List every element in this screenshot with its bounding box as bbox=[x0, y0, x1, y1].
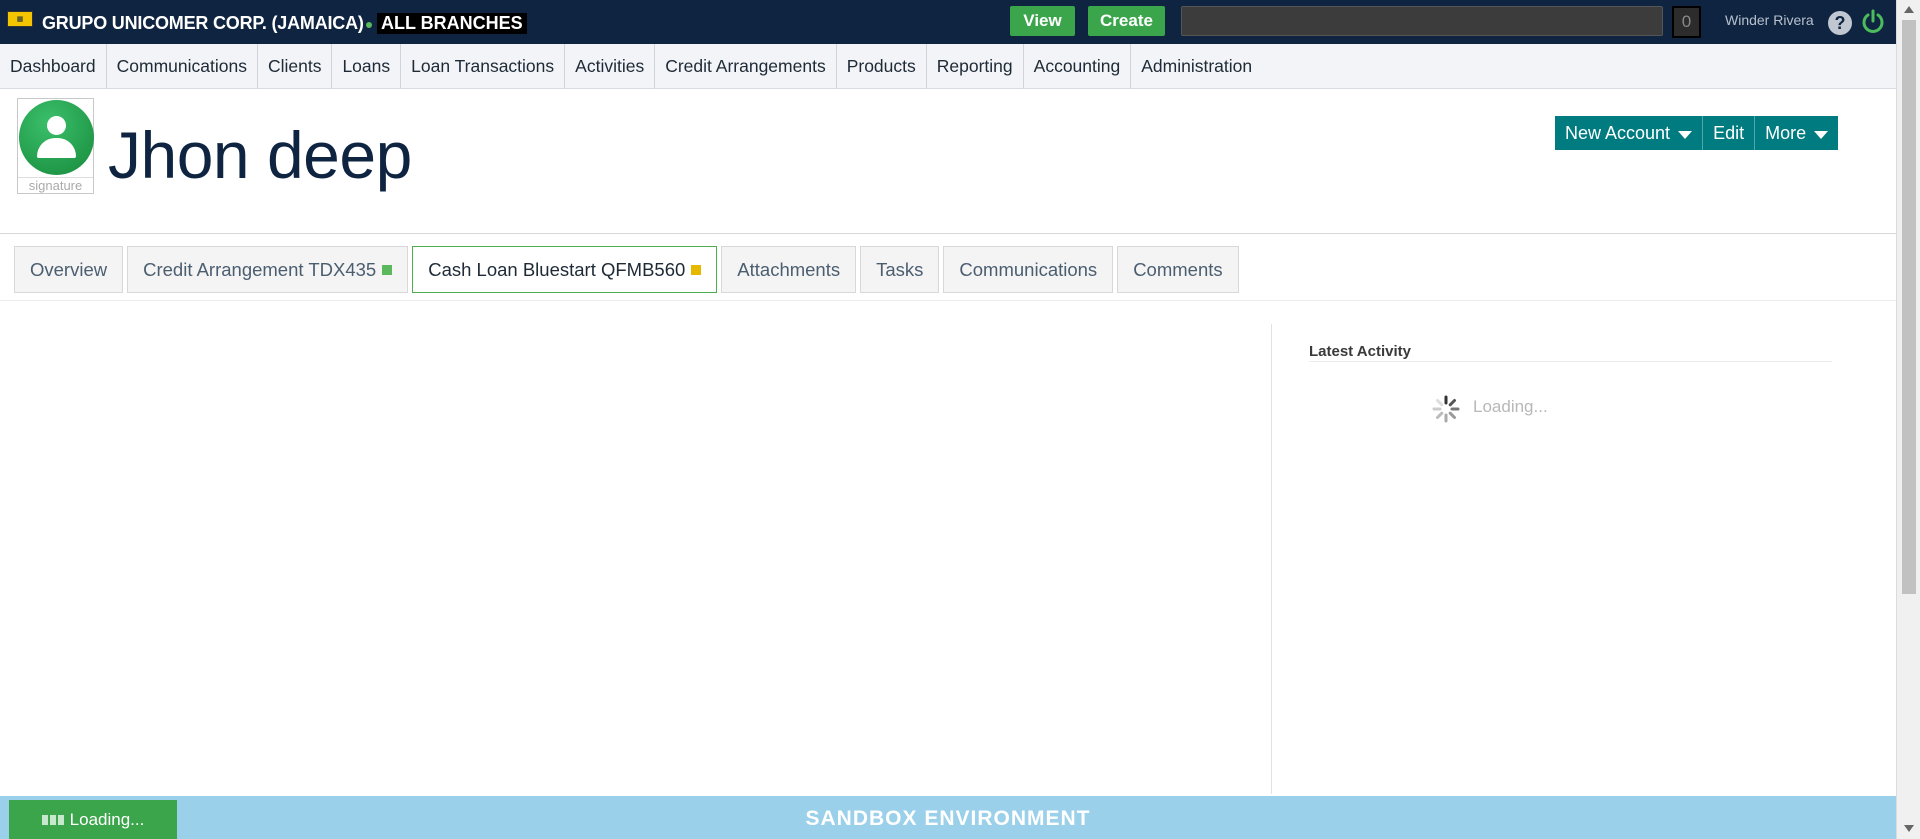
tab-label: Communications bbox=[959, 258, 1098, 280]
signature-label: signature bbox=[18, 177, 93, 193]
edit-button[interactable]: Edit bbox=[1703, 116, 1756, 150]
tab-label: Attachments bbox=[737, 258, 841, 280]
nav-accounting[interactable]: Accounting bbox=[1024, 43, 1132, 89]
environment-label: SANDBOX ENVIRONMENT bbox=[805, 807, 1091, 830]
vertical-scrollbar[interactable] bbox=[1896, 0, 1920, 839]
avatar[interactable]: signature bbox=[17, 98, 94, 194]
status-marker bbox=[382, 264, 393, 275]
more-button[interactable]: More bbox=[1755, 116, 1838, 150]
status-marker bbox=[691, 264, 702, 275]
new-account-label: New Account bbox=[1565, 122, 1671, 143]
user-avatar-icon bbox=[19, 100, 94, 175]
nav-loan-transactions[interactable]: Loan Transactions bbox=[401, 43, 566, 89]
tab-label: Cash Loan Bluestart QFMB560 bbox=[428, 258, 686, 280]
user-name[interactable]: Winder Rivera bbox=[1725, 12, 1814, 28]
chevron-down-icon bbox=[1814, 130, 1829, 139]
panel-divider bbox=[1271, 324, 1272, 794]
activity-loading-text: Loading... bbox=[1473, 397, 1548, 416]
tab-label: Tasks bbox=[876, 258, 924, 280]
view-button[interactable]: View bbox=[1010, 6, 1075, 36]
client-name: Jhon deep bbox=[108, 118, 412, 192]
tab-tasks[interactable]: Tasks bbox=[860, 246, 940, 293]
nav-activities[interactable]: Activities bbox=[565, 43, 656, 89]
nav-reporting[interactable]: Reporting bbox=[927, 43, 1024, 89]
branch-selector[interactable]: ALL BRANCHES bbox=[377, 13, 527, 34]
nav-clients[interactable]: Clients bbox=[258, 43, 333, 89]
scroll-down-icon[interactable] bbox=[1904, 825, 1914, 832]
nav-loans[interactable]: Loans bbox=[332, 43, 402, 89]
company-logo: ▦ bbox=[7, 11, 33, 27]
tabs-divider bbox=[0, 300, 1896, 301]
tab-label: Credit Arrangement TDX435 bbox=[143, 258, 377, 280]
create-button[interactable]: Create bbox=[1088, 6, 1165, 36]
nav-credit-arrangements[interactable]: Credit Arrangements bbox=[655, 43, 837, 89]
new-account-button[interactable]: New Account bbox=[1555, 116, 1704, 150]
tab-attachments[interactable]: Attachments bbox=[721, 246, 857, 293]
loading-spinner-icon bbox=[1432, 395, 1460, 423]
nav-administration[interactable]: Administration bbox=[1131, 44, 1262, 89]
scroll-thumb[interactable] bbox=[1902, 20, 1916, 594]
nav-products[interactable]: Products bbox=[837, 43, 927, 89]
tab-overview[interactable]: Overview bbox=[14, 246, 124, 293]
loading-indicator: Loading... bbox=[9, 800, 177, 839]
more-label: More bbox=[1765, 122, 1807, 143]
activity-divider bbox=[1309, 361, 1832, 362]
search-input[interactable] bbox=[1181, 6, 1663, 36]
company-name: GRUPO UNICOMER CORP. (JAMAICA) bbox=[42, 13, 364, 33]
header-divider bbox=[0, 233, 1896, 234]
main-nav: Dashboard Communications Clients Loans L… bbox=[0, 43, 1896, 89]
latest-activity-title: Latest Activity bbox=[1309, 343, 1411, 360]
loading-label: Loading... bbox=[69, 809, 145, 829]
help-icon[interactable]: ? bbox=[1828, 11, 1852, 35]
tab-comments[interactable]: Comments bbox=[1117, 246, 1239, 293]
scroll-up-icon[interactable] bbox=[1904, 6, 1914, 13]
tab-communications[interactable]: Communications bbox=[943, 246, 1114, 293]
chevron-down-icon bbox=[1678, 130, 1693, 139]
client-tabs: Overview Credit Arrangement TDX435 Cash … bbox=[14, 246, 1239, 293]
tab-label: Overview bbox=[30, 258, 108, 280]
nav-dashboard[interactable]: Dashboard bbox=[0, 43, 107, 89]
nav-communications[interactable]: Communications bbox=[107, 43, 258, 89]
tab-label: Comments bbox=[1133, 258, 1223, 280]
tab-cash-loan[interactable]: Cash Loan Bluestart QFMB560 bbox=[412, 246, 718, 293]
power-icon[interactable] bbox=[1860, 9, 1886, 35]
loading-bars-icon bbox=[41, 814, 64, 825]
notification-counter[interactable]: 0 bbox=[1672, 6, 1701, 38]
action-button-group: New Account Edit More bbox=[1555, 116, 1839, 150]
tab-credit-arrangement[interactable]: Credit Arrangement TDX435 bbox=[127, 246, 409, 293]
top-bar: ▦ GRUPO UNICOMER CORP. (JAMAICA) ALL BRA… bbox=[0, 0, 1896, 44]
branch-status-dot bbox=[366, 22, 372, 28]
